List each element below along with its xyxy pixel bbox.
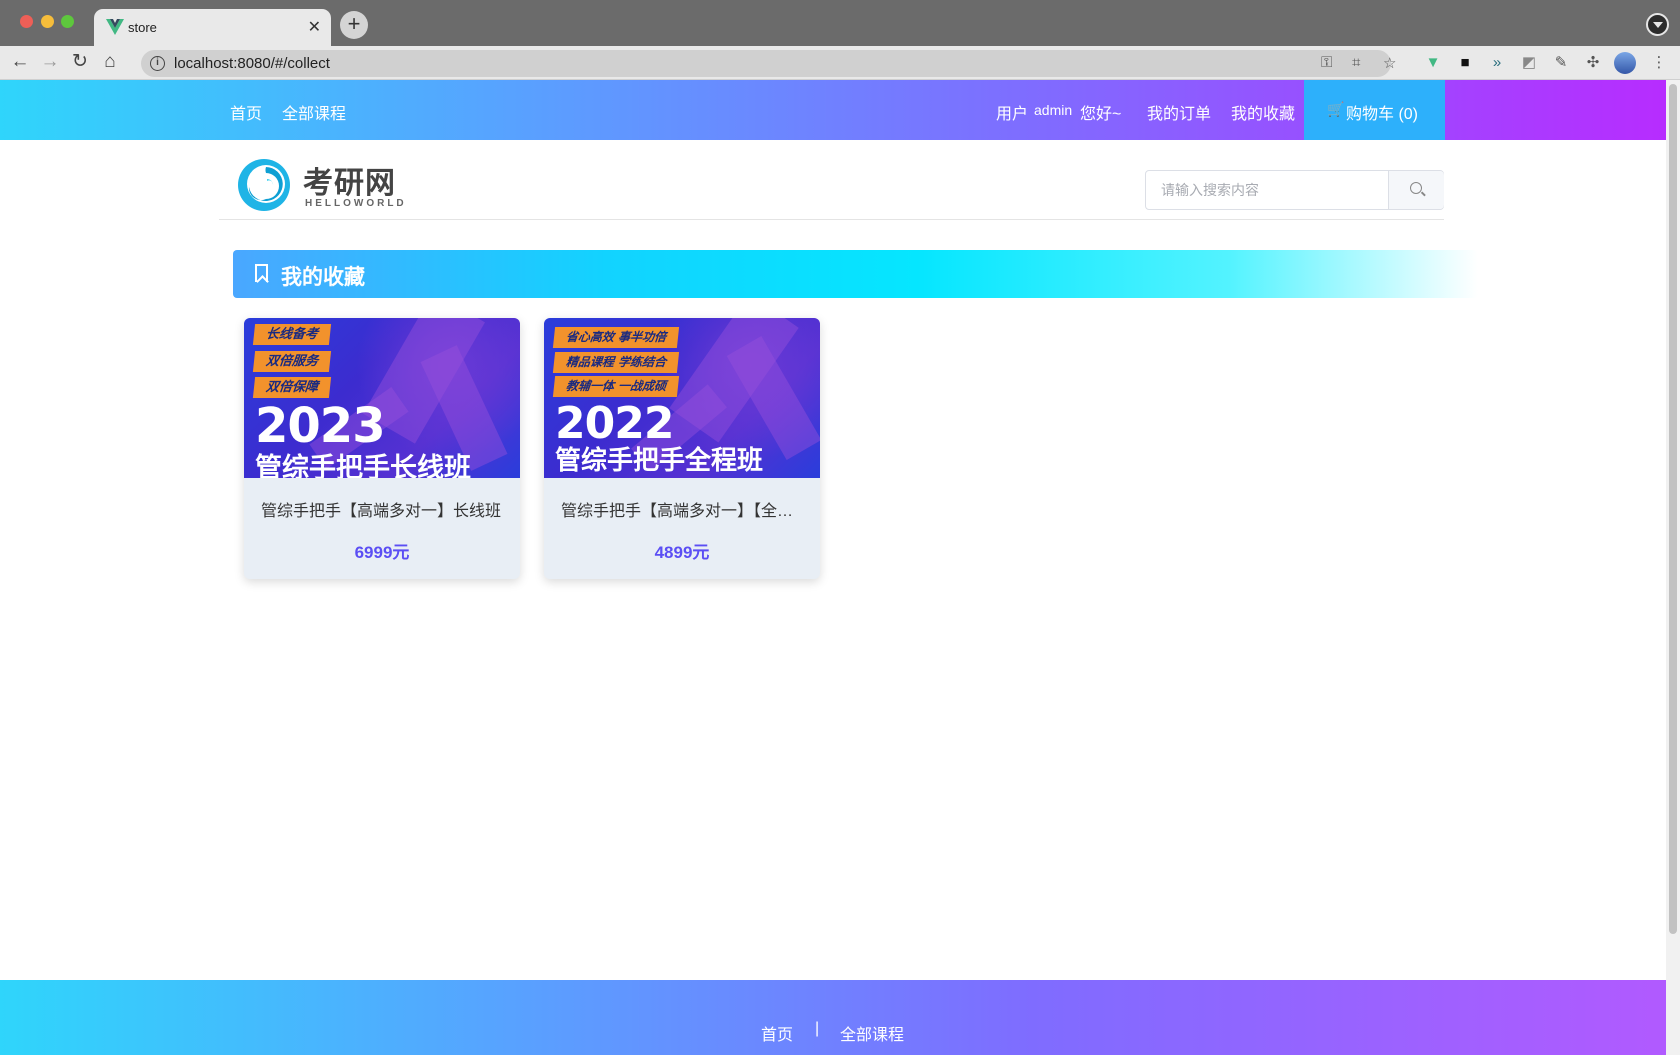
profile-avatar[interactable] bbox=[1614, 52, 1636, 74]
browser-toolbar: ← → ↻ ⌂ i localhost:8080/#/collect ⚿ ⌗ ☆… bbox=[0, 46, 1680, 80]
course-name[interactable]: 管综手把手【高端多对一】长线班 bbox=[261, 497, 501, 521]
username-link[interactable]: admin bbox=[1034, 102, 1072, 118]
cover-tag: 双倍服务 bbox=[252, 351, 332, 372]
puzzle-extensions-icon[interactable]: ✣ bbox=[1584, 54, 1602, 72]
reload-icon[interactable]: ↻ bbox=[69, 51, 91, 73]
course-cover-image[interactable]: 省心高效 事半功倍 精品课程 学练结合 教辅一体 一战成硕 2022 管综手把手… bbox=[544, 318, 820, 478]
search-box bbox=[1145, 170, 1444, 210]
section-title: 我的收藏 bbox=[281, 266, 365, 289]
cover-tag: 教辅一体 一战成硕 bbox=[552, 376, 680, 397]
footer-home-link[interactable]: 首页 bbox=[761, 1021, 793, 1045]
logo-subtitle: HELLOWORLD bbox=[305, 198, 407, 209]
cover-course-name: 管综手把手长线班 bbox=[255, 453, 471, 478]
nav-all-courses-link[interactable]: 全部课程 bbox=[282, 100, 346, 124]
footer-all-courses-link[interactable]: 全部课程 bbox=[840, 1021, 904, 1045]
vue-devtools-icon[interactable]: ▼ bbox=[1424, 54, 1442, 72]
tab-search-icon[interactable] bbox=[1646, 13, 1669, 36]
browser-tab-strip: store ✕ + bbox=[0, 0, 1680, 46]
site-header: 考研网 HELLOWORLD bbox=[219, 140, 1444, 220]
extension-icon[interactable]: ■ bbox=[1456, 54, 1474, 72]
cover-tag: 长线备考 bbox=[252, 324, 332, 345]
extension-box-icon[interactable]: ◩ bbox=[1520, 54, 1538, 72]
address-bar[interactable]: i localhost:8080/#/collect ⚿ ⌗ ☆ bbox=[141, 50, 1396, 77]
page-viewport: 首页 全部课程 用户 admin 您好~ 我的订单 我的收藏 🛒 购物车 (0)… bbox=[0, 80, 1666, 1055]
site-footer: 首页 | 全部课程 bbox=[0, 980, 1666, 1055]
cover-course-name: 管综手把手全程班 bbox=[555, 446, 764, 476]
bookmark-star-icon[interactable]: ☆ bbox=[1383, 54, 1396, 72]
cover-tag: 双倍保障 bbox=[252, 377, 332, 398]
tab-close-icon[interactable]: ✕ bbox=[308, 17, 321, 37]
course-cover-image[interactable]: 长线备考 双倍服务 双倍保障 2023 管综手把手长线班 bbox=[244, 318, 520, 478]
site-info-icon[interactable]: i bbox=[150, 56, 165, 71]
cover-tag: 省心高效 事半功倍 bbox=[552, 327, 680, 348]
vue-logo-icon bbox=[106, 19, 124, 35]
search-input[interactable] bbox=[1146, 171, 1388, 209]
key-icon[interactable]: ⚿ bbox=[1321, 54, 1332, 71]
logo-title[interactable]: 考研网 bbox=[303, 158, 396, 202]
favorite-course-card[interactable]: 省心高效 事半功倍 精品课程 学练结合 教辅一体 一战成硕 2022 管综手把手… bbox=[544, 318, 820, 579]
search-button[interactable] bbox=[1388, 171, 1444, 209]
greeting-suffix: 您好~ bbox=[1080, 106, 1122, 123]
greeting-prefix: 用户 bbox=[996, 106, 1029, 123]
tab-title: store bbox=[128, 20, 157, 35]
scrollbar-thumb[interactable] bbox=[1669, 84, 1677, 934]
bookmark-icon bbox=[255, 264, 268, 282]
url-text[interactable]: localhost:8080/#/collect bbox=[174, 55, 330, 72]
cart-label: 购物车 (0) bbox=[1346, 106, 1419, 123]
browser-tab[interactable]: store ✕ bbox=[94, 9, 331, 46]
window-minimize-button[interactable] bbox=[41, 15, 54, 28]
window-close-button[interactable] bbox=[20, 15, 33, 28]
footer-separator: | bbox=[815, 1020, 820, 1037]
home-icon[interactable]: ⌂ bbox=[99, 51, 121, 73]
favorite-course-card[interactable]: 长线备考 双倍服务 双倍保障 2023 管综手把手长线班 管综手把手【高端多对一… bbox=[244, 318, 520, 579]
course-price: 6999元 bbox=[354, 543, 410, 562]
cart-button[interactable]: 🛒 购物车 (0) bbox=[1304, 80, 1445, 140]
shopping-cart-icon: 🛒 bbox=[1327, 101, 1345, 117]
back-arrow-icon[interactable]: ← bbox=[9, 51, 31, 73]
search-icon bbox=[1410, 182, 1422, 194]
window-zoom-button[interactable] bbox=[61, 15, 74, 28]
favorites-section-header: 我的收藏 bbox=[233, 250, 1478, 298]
nav-home-link[interactable]: 首页 bbox=[230, 100, 262, 124]
forward-arrow-icon[interactable]: → bbox=[39, 51, 61, 73]
translate-icon[interactable]: ⌗ bbox=[1352, 54, 1360, 71]
my-orders-link[interactable]: 我的订单 bbox=[1147, 100, 1211, 124]
eyedropper-icon[interactable]: ✎ bbox=[1552, 54, 1570, 72]
extension-arrows-icon[interactable]: » bbox=[1488, 54, 1506, 72]
my-favorites-link[interactable]: 我的收藏 bbox=[1231, 100, 1295, 124]
page-scrollbar[interactable] bbox=[1666, 80, 1680, 1055]
course-price: 4899元 bbox=[654, 543, 710, 562]
cover-tag: 精品课程 学练结合 bbox=[552, 352, 680, 373]
course-name[interactable]: 管综手把手【高端多对一】【全程班】 bbox=[561, 497, 801, 521]
new-tab-button[interactable]: + bbox=[340, 11, 368, 39]
browser-menu-icon[interactable]: ⋮ bbox=[1650, 54, 1668, 72]
top-navigation-bar: 首页 全部课程 用户 admin 您好~ 我的订单 我的收藏 🛒 购物车 (0) bbox=[0, 80, 1666, 140]
logo-swirl-icon[interactable] bbox=[236, 157, 292, 213]
